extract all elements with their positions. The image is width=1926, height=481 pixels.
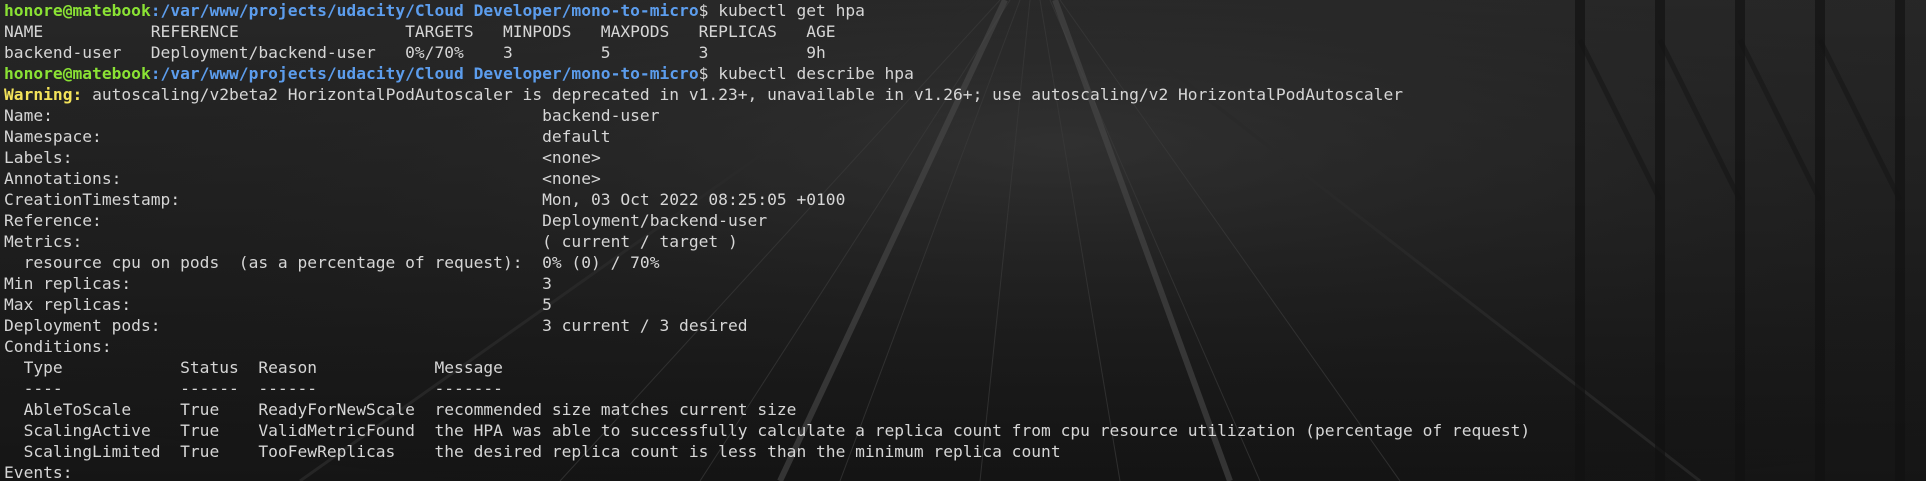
field-annotations: Annotations: <none> xyxy=(4,169,601,188)
prompt-user-host: honore@matebook xyxy=(4,1,151,20)
prompt-path: :/var/www/projects/udacity/Cloud Develop… xyxy=(150,64,699,83)
warning-text: autoscaling/v2beta2 HorizontalPodAutosca… xyxy=(82,85,1404,104)
prompt-line: honore@matebook:/var/www/projects/udacit… xyxy=(4,63,1530,84)
field-reference: Reference: Deployment/backend-user xyxy=(4,211,768,230)
conditions-row: ScalingActive True ValidMetricFound the … xyxy=(4,421,1531,440)
field-creation-timestamp: CreationTimestamp: Mon, 03 Oct 2022 08:2… xyxy=(4,190,846,209)
conditions-row: AbleToScale True ReadyForNewScale recomm… xyxy=(4,400,797,419)
field-min-replicas: Min replicas: 3 xyxy=(4,274,552,293)
conditions-separator: ---- ------ ------ ------- xyxy=(4,379,503,398)
table-row: backend-user Deployment/backend-user 0%/… xyxy=(4,43,826,62)
field-name: Name: backend-user xyxy=(4,106,660,125)
warning-label: Warning: xyxy=(4,85,83,104)
field-metric-cpu: resource cpu on pods (as a percentage of… xyxy=(4,253,660,272)
prompt-user-host: honore@matebook xyxy=(4,64,151,83)
prompt-line: honore@matebook:/var/www/projects/udacit… xyxy=(4,0,1530,21)
field-labels: Labels: <none> xyxy=(4,148,601,167)
table-header: NAME REFERENCE TARGETS MINPODS MAXPODS R… xyxy=(4,22,836,41)
command-text: kubectl get hpa xyxy=(718,1,865,20)
conditions-row: ScalingLimited True TooFewReplicas the d… xyxy=(4,442,1061,461)
command-text: kubectl describe hpa xyxy=(718,64,914,83)
field-max-replicas: Max replicas: 5 xyxy=(4,295,552,314)
prompt-symbol: $ xyxy=(698,1,719,20)
warning-line: Warning: autoscaling/v2beta2 HorizontalP… xyxy=(4,84,1530,105)
conditions-header: Type Status Reason Message xyxy=(4,358,503,377)
prompt-symbol: $ xyxy=(698,64,719,83)
terminal-output[interactable]: honore@matebook:/var/www/projects/udacit… xyxy=(4,0,1530,481)
field-events: Events: xyxy=(4,463,73,481)
field-metrics: Metrics: ( current / target ) xyxy=(4,232,738,251)
field-conditions: Conditions: xyxy=(4,337,112,356)
prompt-path: :/var/www/projects/udacity/Cloud Develop… xyxy=(150,1,699,20)
field-namespace: Namespace: default xyxy=(4,127,611,146)
field-deployment-pods: Deployment pods: 3 current / 3 desired xyxy=(4,316,748,335)
